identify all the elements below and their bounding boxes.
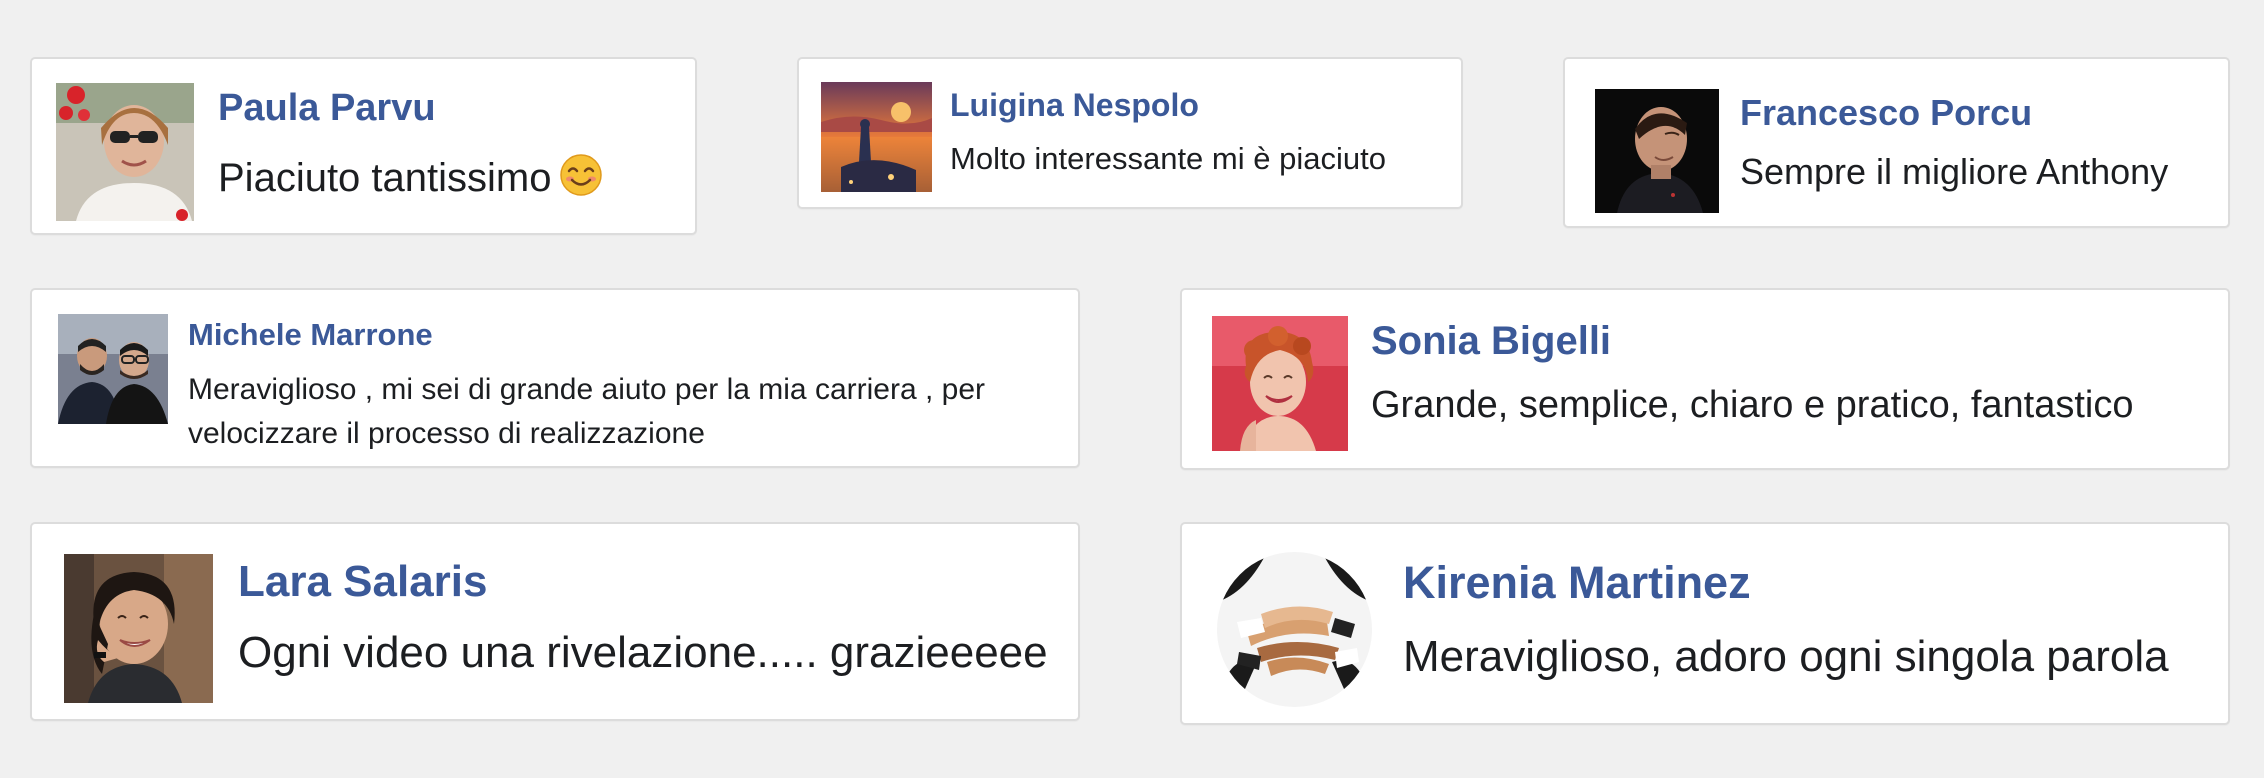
avatar[interactable]: [1212, 316, 1348, 451]
avatar[interactable]: [1595, 89, 1719, 213]
author-name[interactable]: Michele Marrone: [188, 317, 433, 353]
testimonial-card: Paula Parvu Piaciuto tantissimo: [30, 57, 697, 235]
testimonial-text: Grande, semplice, chiaro e pratico, fant…: [1371, 384, 2134, 426]
author-name[interactable]: Lara Salaris: [238, 557, 488, 607]
testimonial-card: Luigina Nespolo Molto interessante mi è …: [797, 57, 1463, 209]
smiling-face-icon: [559, 153, 603, 207]
avatar[interactable]: [58, 314, 168, 424]
author-name[interactable]: Luigina Nespolo: [950, 87, 1199, 124]
testimonial-card: Kirenia Martinez Meraviglioso, adoro ogn…: [1180, 522, 2230, 725]
testimonial-card: Michele Marrone Meraviglioso , mi sei di…: [30, 288, 1080, 468]
avatar[interactable]: [1217, 552, 1372, 707]
testimonial-text: Piaciuto tantissimo: [218, 153, 603, 207]
author-name[interactable]: Sonia Bigelli: [1371, 319, 1611, 364]
testimonial-card: Francesco Porcu Sempre il migliore Antho…: [1563, 57, 2230, 228]
testimonial-text: Ogni video una rivelazione..... grazieee…: [238, 628, 1048, 677]
author-name[interactable]: Kirenia Martinez: [1403, 557, 1751, 609]
avatar[interactable]: [821, 82, 932, 192]
author-name[interactable]: Paula Parvu: [218, 87, 436, 130]
testimonial-text: Molto interessante mi è piaciuto: [950, 141, 1386, 176]
avatar[interactable]: [56, 83, 194, 221]
testimonial-card: Sonia Bigelli Grande, semplice, chiaro e…: [1180, 288, 2230, 470]
author-name[interactable]: Francesco Porcu: [1740, 92, 2032, 134]
testimonial-text: Sempre il migliore Anthony: [1740, 151, 2169, 192]
testimonial-card: Lara Salaris Ogni video una rivelazione.…: [30, 522, 1080, 721]
testimonial-text-content: Piaciuto tantissimo: [218, 156, 552, 200]
testimonial-text: Meraviglioso, adoro ogni singola parola: [1403, 632, 2169, 681]
avatar[interactable]: [64, 554, 213, 703]
testimonial-text: Meraviglioso , mi sei di grande aiuto pe…: [188, 373, 986, 450]
